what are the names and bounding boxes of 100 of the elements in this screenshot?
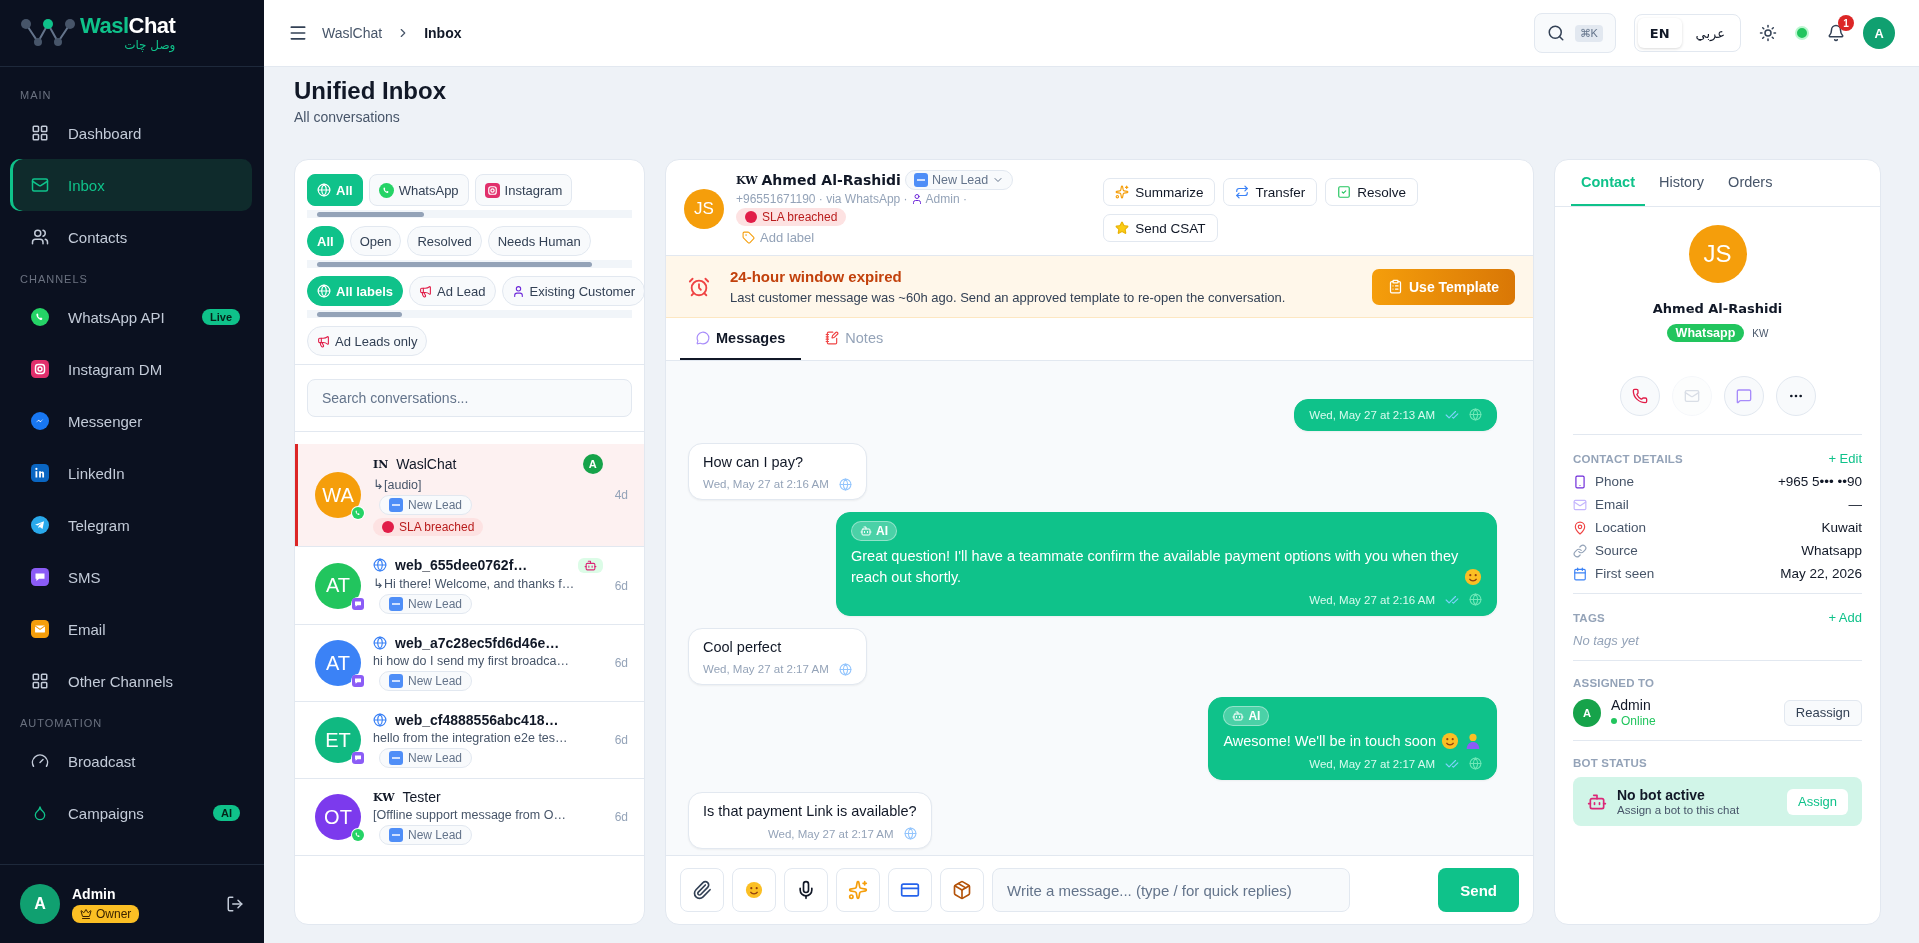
page-subtitle: All conversations [294,109,401,125]
breadcrumb-item: Inbox [424,25,462,41]
nav-item[interactable]: Campaigns AI [10,787,252,839]
contact-avatar: AT [315,562,361,609]
whatsapp-icon [378,182,394,198]
alert-dot-icon [745,211,757,223]
message-time: Wed, May 27 at 2:16 AM [703,478,829,491]
sms-icon [31,568,49,586]
message-preview: ↳[audio] [373,477,423,492]
search-button[interactable]: ⌘K [1533,13,1616,53]
country-code: IN [373,457,389,471]
message-text: Great question! I'll have a teammate confirm the available payment options with you when they reach out shortly. [851,546,1459,587]
contact-avatar: JS [1688,225,1747,283]
channel-badge: Whatsapp [1666,324,1745,342]
quick-action-button[interactable] [1723,376,1764,416]
detail-value: May 22, 2026 [1780,566,1862,581]
action-button[interactable]: Summarize [1103,178,1216,206]
alert-dot-icon [382,521,394,533]
message-time: Wed, May 27 at 2:16 AM [1309,593,1435,606]
section-title: BOT STATUS [1573,757,1648,769]
language-option[interactable]: EN [1637,18,1682,48]
contact-avatar: AT [315,640,361,686]
bell-icon[interactable] [1827,24,1845,42]
online-dot-icon [1611,718,1617,724]
package-icon [952,880,972,900]
sparkles-icon [848,880,868,900]
message-text: Cool perfect [703,637,782,657]
tool-button[interactable] [784,868,828,912]
email-icon [31,620,49,638]
megaphone-icon [419,284,433,298]
filter-chip[interactable]: Open [349,226,402,256]
ai-badge: AI [1223,705,1270,726]
action-button[interactable]: Resolve [1325,178,1418,206]
filter-chip[interactable]: Ad Lead [409,276,496,306]
message-input[interactable]: Write a message... (type / for quick replies) [992,868,1351,912]
nav-item[interactable]: Email [10,603,252,655]
language-option[interactable]: عربي [1683,18,1737,48]
globe-icon [838,662,852,676]
nav-item[interactable]: Dashboard [10,107,252,159]
tab[interactable]: History [1649,160,1715,206]
tool-button[interactable] [680,868,724,912]
logout-icon[interactable] [226,895,244,913]
globe-icon [373,558,387,572]
section-title: AUTOMATION [19,716,104,731]
whatsapp-icon [31,308,49,326]
banner-title: 24-hour window expired [730,268,903,285]
conversation-time: 6d [614,810,628,824]
conversation-name: web_cf4888556abc418… [395,712,559,728]
stage-dropdown[interactable]: New Lead [904,170,1014,190]
globe-icon [317,284,331,298]
calendar-icon [1573,566,1587,581]
robot-icon [583,558,597,572]
sla-badge: SLA breached [736,208,847,226]
filter-chip[interactable]: Instagram [474,174,573,206]
menu-icon[interactable] [288,23,308,43]
nav-item[interactable]: Contacts [10,211,252,263]
filter-chip[interactable]: Resolved [407,226,482,256]
tag-icon [742,231,755,244]
alarm-clock-icon [688,275,710,298]
quick-action-button[interactable] [1619,376,1660,416]
filter-chip[interactable]: Needs Human [487,226,591,256]
section-title: CHANNELS [19,272,89,287]
detail-label: Phone [1595,474,1635,489]
robot-icon [1232,709,1245,722]
nav-item[interactable]: LinkedIn [10,447,252,499]
theme-icon[interactable] [1759,24,1777,42]
action-button[interactable]: Send CSAT [1103,214,1218,242]
shortcut-hint: ⌘K [1574,24,1603,42]
action-button[interactable]: Transfer [1223,178,1318,206]
detail-value: Whatsapp [1801,543,1862,558]
search-field[interactable]: Search conversations... [307,379,632,417]
contact-avatar: JS [684,188,724,229]
notification-count: 1 [1838,15,1854,31]
brand-name: WaslChat [80,15,176,37]
grid-icon [31,124,49,142]
grid-icon [31,672,49,690]
instagram-icon [31,360,49,378]
nav-item[interactable]: Messenger [10,395,252,447]
nav-item[interactable]: Instagram DM [10,343,252,395]
tab[interactable]: Orders [1718,160,1783,206]
message-time: Wed, May 27 at 2:17 AM [767,827,894,840]
star-icon [1115,221,1130,235]
conversation-name: WaslChat [396,456,457,472]
nav-item[interactable]: Inbox [10,159,252,211]
pin-icon [1573,520,1587,535]
nav-item[interactable]: WhatsApp API Live [10,291,252,343]
telegram-icon [31,516,49,534]
conversation-item[interactable]: WA IN WaslChat A ↳[audio] New Lead SLA breached 4d [295,444,644,547]
breadcrumb-item[interactable]: WaslChat [322,25,383,41]
reassign-button[interactable]: Reassign [1783,699,1862,726]
contact-name: Ahmed Al-Rashidi [1652,301,1783,316]
nav-item[interactable]: SMS [10,551,252,603]
nav-item[interactable]: Other Channels [10,655,252,707]
toggle-chip[interactable]: Ad Leads only [307,326,428,356]
agent-name: Admin [1611,697,1652,713]
user-avatar: A [20,884,60,924]
nav-item[interactable]: Broadcast [10,735,252,787]
nav-item[interactable]: Telegram [10,499,252,551]
filter-chip[interactable]: WhatsApp [368,174,469,206]
filter-chip[interactable]: Existing Customer [501,276,644,306]
